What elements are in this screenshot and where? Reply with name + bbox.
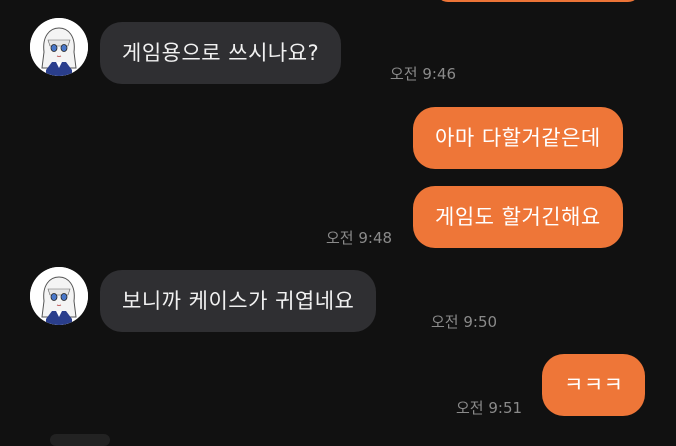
outgoing-message-bubble[interactable]: 게임도 할거긴해요 (413, 186, 623, 248)
message-timestamp: 오전 9:50 (431, 313, 498, 331)
incoming-message-bubble[interactable]: 보니까 케이스가 귀엽네요 (100, 270, 377, 332)
message-timestamp: 오전 9:46 (390, 65, 457, 83)
outgoing-message-bubble[interactable]: ㅋㅋㅋ (542, 354, 646, 416)
next-message-edge (50, 434, 110, 446)
profile-avatar-icon[interactable] (30, 18, 88, 76)
profile-avatar-icon[interactable] (30, 267, 88, 325)
message-timestamp: 오전 9:51 (456, 399, 523, 417)
previous-outgoing-bubble-edge (436, 0, 640, 2)
message-timestamp: 오전 9:48 (326, 229, 393, 247)
outgoing-message-bubble[interactable]: 아마 다할거같은데 (413, 107, 623, 169)
incoming-message-bubble[interactable]: 게임용으로 쓰시나요? (100, 22, 342, 84)
